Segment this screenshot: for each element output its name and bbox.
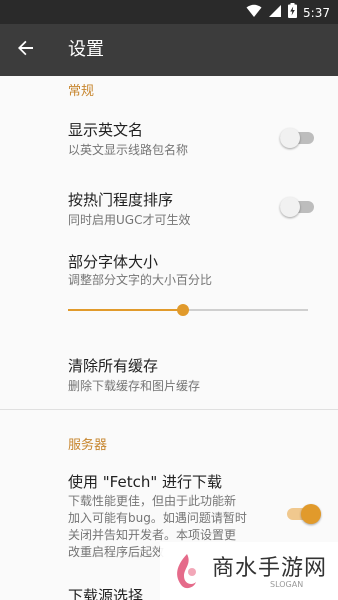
watermark-sub: SLOGAN: [270, 580, 304, 589]
signal-icon: [268, 3, 282, 22]
setting-title: 使用 "Fetch" 进行下载: [68, 473, 223, 491]
toggle-thumb: [280, 197, 300, 217]
setting-subtitle-line: 加入可能有bug。如遇问题请暂时: [68, 511, 247, 525]
status-bar: 5:37: [0, 0, 338, 24]
setting-font-size: 部分字体大小 调整部分文字的大小百分比: [0, 248, 338, 324]
setting-title: 清除所有缓存: [68, 357, 159, 375]
setting-title: 部分字体大小: [68, 253, 159, 271]
setting-title: 按热门程度排序: [68, 191, 174, 209]
settings-list: 常规 显示英文名 以英文显示线路包名称 按热门程度排序 同时启用UGC才可生效 …: [0, 76, 338, 600]
wifi-icon: [246, 3, 262, 22]
watermark-logo-icon: [170, 552, 204, 596]
setting-subtitle-line: 下载性能更佳，但由于此功能新: [68, 494, 237, 508]
setting-subtitle: 同时启用UGC才可生效: [68, 213, 191, 227]
setting-subtitle: 调整部分文字的大小百分比: [68, 273, 213, 287]
fetch-download-toggle[interactable]: [287, 504, 321, 524]
show-english-name-toggle[interactable]: [280, 128, 314, 148]
section-header-general: 常规: [68, 84, 95, 99]
slider-fill: [68, 309, 184, 311]
setting-subtitle-line: 改重启程序后起效: [68, 545, 165, 559]
arrow-back-icon: [17, 39, 35, 61]
setting-subtitle: 以英文显示线路包名称: [68, 143, 189, 157]
setting-sort-by-popularity[interactable]: 按热门程度排序 同时启用UGC才可生效: [0, 186, 338, 236]
page-title: 设置: [68, 39, 104, 60]
toggle-thumb: [301, 504, 321, 524]
setting-clear-cache[interactable]: 清除所有缓存 删除下载缓存和图片缓存: [0, 352, 338, 396]
setting-title: 显示英文名: [68, 121, 144, 139]
watermark-text: 商水手游网: [212, 556, 328, 581]
setting-show-english-name[interactable]: 显示英文名 以英文显示线路包名称: [0, 116, 338, 166]
sort-by-popularity-toggle[interactable]: [280, 197, 314, 217]
font-size-slider[interactable]: [68, 302, 308, 318]
status-icons: 5:37: [246, 3, 330, 22]
section-header-server: 服务器: [68, 438, 108, 453]
status-time: 5:37: [303, 5, 330, 20]
back-button[interactable]: [12, 36, 40, 64]
battery-charging-icon: [288, 3, 298, 22]
watermark: 商水手游网 SLOGAN: [160, 542, 338, 600]
setting-title: 下载源选择: [68, 587, 144, 600]
app-bar: 设置: [0, 24, 338, 76]
setting-subtitle: 删除下载缓存和图片缓存: [68, 379, 201, 393]
toggle-thumb: [280, 128, 300, 148]
section-divider: [0, 409, 338, 410]
slider-handle[interactable]: [177, 304, 190, 316]
